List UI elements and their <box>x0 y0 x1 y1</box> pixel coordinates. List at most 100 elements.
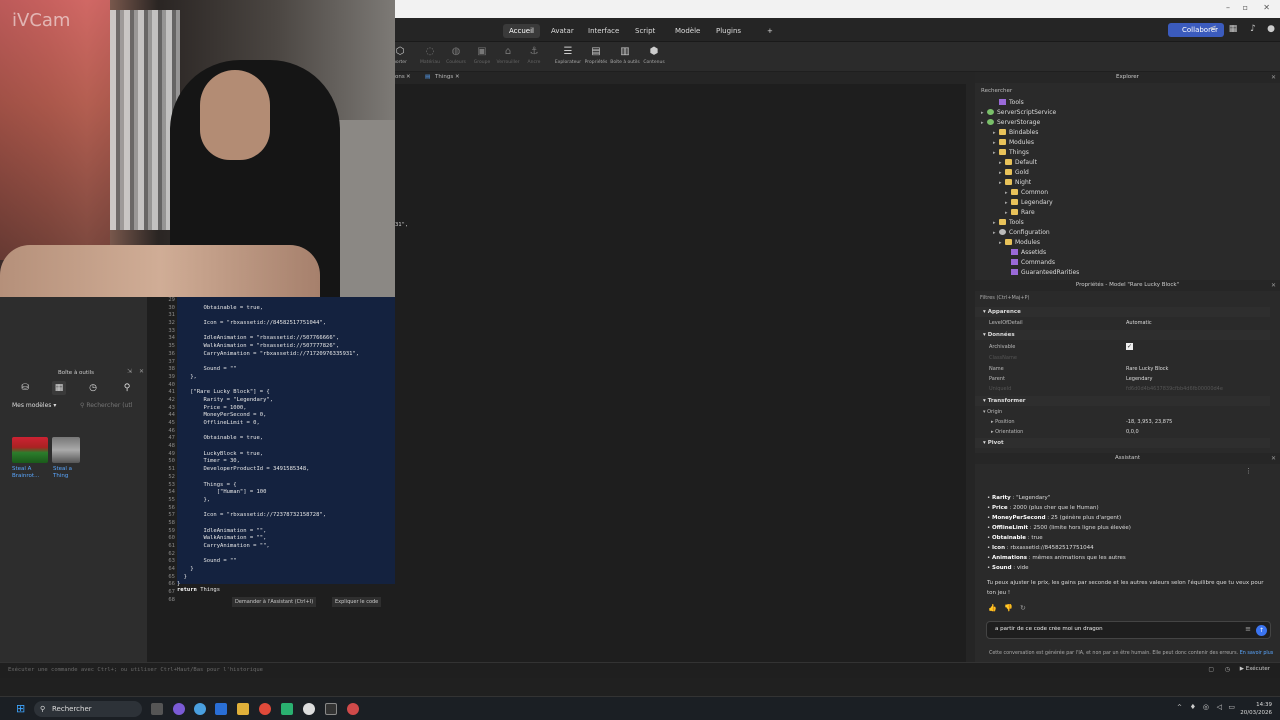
explorer-tree-item[interactable]: ▸ Bindables <box>993 128 1038 138</box>
tray-chevron-icon[interactable]: ^ <box>1177 704 1182 711</box>
code-editor[interactable]: 29 30 31 32 33 34 35 36 37 38 39 40 41 42 43 44 45 46 47 48… <box>147 297 395 662</box>
code-selection[interactable]: Obtainable = true, Icon = "rbxassetid://… <box>177 297 395 587</box>
app-icon[interactable] <box>347 703 359 715</box>
grid-icon[interactable]: ▦ <box>1228 24 1238 34</box>
avatar[interactable]: ● <box>1266 24 1276 34</box>
section-appearance[interactable]: ▾ Apparence <box>975 307 1270 317</box>
properties-filter-input[interactable]: Filtres (Ctrl+Maj+P) <box>980 295 1029 301</box>
add-tab-button[interactable]: + <box>761 24 779 38</box>
anchor-tool[interactable]: ⚓ Ancre <box>517 46 551 65</box>
network-icon[interactable]: ◎ <box>1203 703 1209 711</box>
chrome-icon[interactable] <box>259 703 271 715</box>
explorer-tree-item[interactable]: ▸ Tools <box>993 218 1024 228</box>
taskbar-search[interactable]: ⚲ Rechercher <box>34 701 142 717</box>
tab-plugins[interactable]: Plugins <box>710 24 747 38</box>
history-icon[interactable]: ◷ <box>1225 666 1230 673</box>
more-icon[interactable]: ⋮ <box>1245 467 1252 475</box>
toolbox-search-input[interactable]: ⚲ Rechercher (utl <box>80 402 132 409</box>
app-icon[interactable] <box>215 703 227 715</box>
explorer-tree-item[interactable]: ▸ ServerScriptService <box>981 108 1056 118</box>
explorer-tree-item[interactable]: ▸ Rare <box>1005 208 1035 218</box>
prop-archivable[interactable]: Archivable ✓ <box>989 342 1269 352</box>
explorer-tree-item[interactable]: ▸ Gold <box>999 168 1029 178</box>
explorer-tree-item[interactable]: ▸ Modules <box>999 238 1040 248</box>
close-icon[interactable]: ✕ <box>1271 72 1276 83</box>
close-icon[interactable]: ✕ <box>1271 453 1276 464</box>
explorer-search-input[interactable]: Rechercher <box>981 88 1012 94</box>
explain-code-button[interactable]: Expliquer le code <box>332 597 382 607</box>
settings-icon[interactable] <box>194 703 206 715</box>
explorer-tree-item[interactable]: ▸ Night <box>999 178 1031 188</box>
ask-assistant-button[interactable]: Demander à l'Assistant (Ctrl+I) <box>232 597 317 607</box>
app-icon[interactable] <box>173 703 185 715</box>
section-pivot[interactable]: ▾ Pivot <box>975 438 1270 448</box>
explorer-tree-item[interactable]: AssetIds <box>1005 248 1046 258</box>
close-icon[interactable]: ✕ <box>139 368 144 375</box>
bag-icon[interactable]: ⛁ <box>18 381 32 395</box>
bookmark-icon[interactable]: ▢ <box>1208 666 1214 673</box>
tab-avatar[interactable]: Avatar <box>545 24 580 38</box>
close-icon[interactable]: ✕ <box>1271 280 1276 291</box>
toolbox-category-select[interactable]: Mes modèles ▾ <box>12 402 56 409</box>
assistant-input[interactable] <box>995 626 1215 632</box>
share-icon[interactable]: ⋖ <box>1208 24 1218 34</box>
run-command-button[interactable]: ▶ Exécuter <box>1240 666 1270 672</box>
settings-icon[interactable]: ≡ <box>1245 625 1251 633</box>
maximize-icon[interactable]: ▫ <box>1243 3 1248 12</box>
editor-scrollbar[interactable] <box>966 84 975 662</box>
explorer-tree-item[interactable]: ▸ Common <box>1005 188 1048 198</box>
thumbs-down-icon[interactable]: 👎 <box>1004 604 1013 612</box>
prop-name[interactable]: Name Rare Lucky Block <box>989 364 1269 374</box>
task-view-icon[interactable] <box>151 703 163 715</box>
toolbox-item-thumbnail[interactable] <box>12 437 48 463</box>
prop-orientation[interactable]: ▸ Orientation 0,0,0 <box>991 427 1271 437</box>
command-input[interactable]: Exécuter une commande avec Ctrl+; ou uti… <box>8 667 263 673</box>
section-transform[interactable]: ▾ Transformer <box>975 396 1270 406</box>
learn-more-link[interactable]: En savoir plus <box>1240 651 1274 656</box>
explorer-tree-item[interactable]: Tools <box>993 98 1024 108</box>
tab-accueil[interactable]: Accueil <box>503 24 540 38</box>
explorer-tree-item[interactable]: ▸ Things <box>993 148 1029 158</box>
chevron-icon[interactable]: ▸ <box>981 108 987 118</box>
send-button[interactable]: ↑ <box>1256 625 1267 636</box>
explorer-tree-item[interactable]: Commands <box>1005 258 1055 268</box>
explorer-tree-item[interactable]: ▸ Configuration <box>993 228 1050 238</box>
retry-icon[interactable]: ↻ <box>1020 604 1026 612</box>
tab-script[interactable]: Script <box>629 24 661 38</box>
toolbox-item-label[interactable]: Steal a Thing <box>53 466 83 480</box>
explorer-tree-item[interactable]: GuaranteedRarities <box>1005 268 1079 278</box>
grid-icon[interactable]: ▦ <box>52 381 66 395</box>
archivable-checkbox[interactable]: ✓ <box>1126 343 1133 350</box>
windows-start-icon[interactable]: ⊞ <box>16 702 25 715</box>
toolbox-item-thumbnail[interactable] <box>52 437 80 463</box>
tab-interface[interactable]: Interface <box>582 24 625 38</box>
battery-icon[interactable]: ▭ <box>1228 703 1235 711</box>
toolbox-item-label[interactable]: Steal A Brainrot... <box>12 466 48 480</box>
bell-icon[interactable]: ♪ <box>1248 24 1258 34</box>
close-icon[interactable]: ✕ <box>455 74 460 80</box>
minimize-icon[interactable]: – <box>1226 3 1230 12</box>
close-icon[interactable]: ✕ <box>1263 3 1270 12</box>
prop-origin[interactable]: ▾ Origin <box>983 407 1263 417</box>
prop-level-of-detail[interactable]: LevelOfDetail Automatic <box>989 318 1269 328</box>
tab-modele[interactable]: Modèle <box>669 24 706 38</box>
pin-icon[interactable]: ⚲ <box>120 381 134 395</box>
taskbar-clock[interactable]: 14:39 20/03/2026 <box>1240 701 1272 717</box>
chevron-icon[interactable]: ▸ <box>981 118 987 128</box>
tab-doc-things[interactable]: Things <box>435 74 453 80</box>
prop-parent[interactable]: Parent Legendary <box>989 374 1269 384</box>
explorer-tree-item[interactable]: ▸ Modules <box>993 138 1034 148</box>
prop-position[interactable]: ▸ Position -18, 3,953, 23,875 <box>991 417 1271 427</box>
explorer-tree-item[interactable]: ▸ Legendary <box>1005 198 1053 208</box>
tab-doc-1[interactable]: ons <box>395 74 405 80</box>
close-icon[interactable]: ✕ <box>406 74 411 80</box>
thumbs-up-icon[interactable]: 👍 <box>988 604 997 612</box>
section-data[interactable]: ▾ Données <box>975 330 1270 340</box>
mic-icon[interactable]: ♦ <box>1190 703 1196 711</box>
file-explorer-icon[interactable] <box>237 703 249 715</box>
pin-icon[interactable]: ⇲ <box>127 368 132 375</box>
roblox-studio-icon[interactable] <box>325 703 337 715</box>
script-editor-area[interactable] <box>395 84 975 662</box>
explorer-tree-item[interactable]: ▸ Default <box>999 158 1037 168</box>
chevron-icon[interactable]: ▸ <box>993 228 999 238</box>
